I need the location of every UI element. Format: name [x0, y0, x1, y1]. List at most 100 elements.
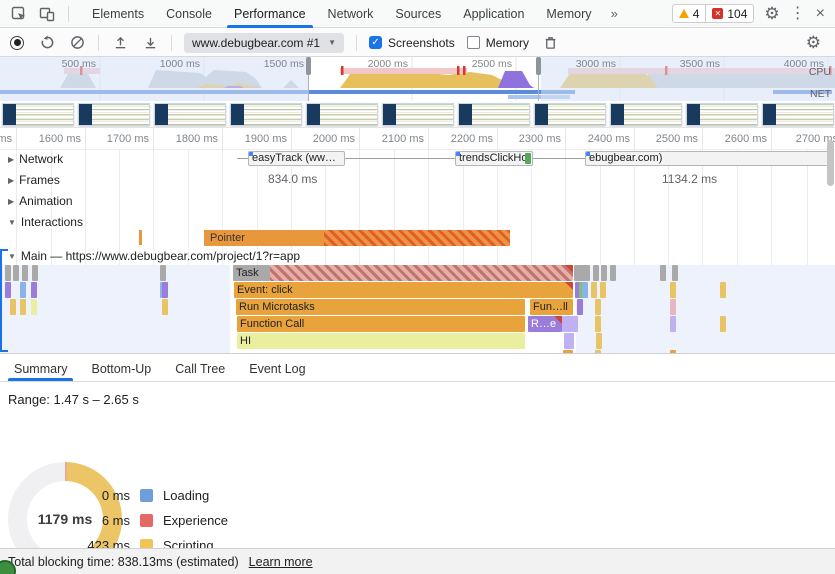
panel-tab[interactable]: Network [317, 0, 385, 28]
flame-bar[interactable] [600, 282, 606, 298]
disclosure-triangle-icon[interactable]: ▶ [8, 197, 14, 206]
details-tab[interactable]: Bottom-Up [79, 356, 163, 381]
filmstrip-thumbnail[interactable] [230, 103, 302, 126]
flame-bar[interactable] [660, 265, 666, 281]
timeline-overview[interactable]: 500 ms1000 ms1500 ms2000 ms2500 ms3000 m… [0, 57, 835, 101]
flame-bar[interactable] [670, 316, 676, 332]
profile-select[interactable]: www.debugbear.com #1 ▼ [184, 33, 344, 53]
clear-icon[interactable] [68, 34, 86, 52]
panel-tab[interactable]: Elements [81, 0, 155, 28]
flame-bar[interactable] [162, 299, 168, 315]
details-tab[interactable]: Event Log [237, 356, 317, 381]
record-button[interactable] [8, 34, 26, 52]
track-group-header[interactable]: ▶ Frames [8, 173, 60, 187]
disclosure-triangle-icon[interactable]: ▼ [8, 252, 16, 261]
trash-icon[interactable] [541, 34, 559, 52]
flame-bar[interactable] [720, 282, 726, 298]
flame-bar[interactable] [160, 265, 166, 281]
flame-bar[interactable] [574, 265, 590, 281]
panel-tab[interactable]: Sources [384, 0, 452, 28]
network-request[interactable]: ebugbear.com) [585, 151, 830, 166]
flame-bar[interactable] [670, 350, 676, 353]
details-tab[interactable]: Call Tree [163, 356, 237, 381]
flame-bar[interactable] [20, 299, 26, 315]
flame-bar[interactable] [20, 282, 26, 298]
filmstrip-thumbnail[interactable] [686, 103, 758, 126]
flame-bar[interactable] [595, 316, 601, 332]
flame-bar[interactable] [32, 265, 38, 281]
flame-bar[interactable] [563, 350, 573, 353]
track-group-header[interactable]: ▶ Animation [8, 194, 73, 208]
inspect-element-icon[interactable] [10, 5, 28, 23]
load-profile-icon[interactable] [111, 34, 129, 52]
filmstrip-thumbnail[interactable] [762, 103, 834, 126]
disclosure-triangle-icon[interactable]: ▼ [8, 218, 16, 227]
vertical-scrollbar-thumb[interactable] [827, 140, 834, 186]
overview-right-handle[interactable] [536, 57, 541, 75]
details-tab[interactable]: Summary [2, 356, 79, 381]
main-track-header[interactable]: ▼ Main — https://www.debugbear.com/proje… [8, 249, 300, 263]
flame-bar[interactable] [564, 333, 574, 349]
flame-bar[interactable] [13, 265, 19, 281]
main-flame-chart[interactable]: TaskEvent: clickRun Microtasks Fun…ll Func… [0, 265, 835, 353]
flame-bar[interactable] [10, 299, 16, 315]
flame-bar[interactable] [670, 282, 676, 298]
flame-bar[interactable]: Task [233, 265, 270, 281]
flame-bar[interactable] [562, 316, 578, 332]
disclosure-triangle-icon[interactable]: ▶ [8, 176, 14, 185]
overview-left-handle[interactable] [306, 57, 311, 75]
panel-tab[interactable]: Memory [535, 0, 602, 28]
filmstrip-thumbnail[interactable] [154, 103, 226, 126]
flame-bar[interactable] [31, 299, 37, 315]
panel-tab[interactable]: Console [155, 0, 223, 28]
flame-bar[interactable] [610, 265, 616, 281]
error-badge[interactable]: ✕ 104 [705, 5, 753, 22]
settings-gear-icon[interactable]: ⚙ [764, 6, 779, 22]
filmstrip-thumbnail[interactable] [534, 103, 606, 126]
close-icon[interactable]: × [816, 6, 825, 22]
interaction-tick[interactable] [139, 230, 142, 245]
flame-bar[interactable]: HI [237, 333, 525, 349]
flame-bar[interactable] [596, 333, 602, 349]
flame-bar[interactable] [591, 282, 597, 298]
capture-settings-gear-icon[interactable]: ⚙ [806, 33, 821, 52]
screenshots-checkbox[interactable]: ✓ [369, 36, 382, 49]
flame-bar[interactable]: Fun…ll [530, 299, 573, 315]
save-profile-icon[interactable] [141, 34, 159, 52]
flame-bar[interactable] [162, 282, 168, 298]
network-request[interactable]: easyTrack (ww… [248, 151, 345, 166]
reload-and-record-icon[interactable] [38, 34, 56, 52]
panel-tab[interactable]: Application [452, 0, 535, 28]
flame-bar[interactable] [672, 265, 678, 281]
flame-bar[interactable]: Function Call [237, 316, 525, 332]
flame-bar[interactable] [577, 299, 583, 315]
flame-bar[interactable] [601, 265, 607, 281]
filmstrip-thumbnail[interactable] [610, 103, 682, 126]
issue-badges[interactable]: 4 ✕ 104 [672, 4, 755, 23]
track-group-header[interactable]: ▶ Network [8, 152, 63, 166]
flame-bar[interactable]: Run Microtasks [236, 299, 525, 315]
disclosure-triangle-icon[interactable]: ▶ [8, 155, 14, 164]
warning-badge[interactable]: 4 [673, 5, 706, 22]
flame-bar[interactable] [582, 282, 588, 298]
flame-bar[interactable]: Event: click [234, 282, 573, 298]
kebab-menu-icon[interactable]: ⋮ [790, 6, 806, 22]
interaction-pointer-bar[interactable]: Pointer [204, 230, 510, 246]
track-group-header[interactable]: ▼ Interactions [8, 215, 83, 229]
memory-checkbox[interactable] [467, 36, 480, 49]
more-tabs-icon[interactable]: » [603, 6, 624, 21]
screenshots-toggle[interactable]: ✓ Screenshots [369, 36, 455, 50]
flame-bar[interactable] [593, 265, 599, 281]
flame-bar[interactable] [31, 282, 37, 298]
panel-tab[interactable]: Performance [223, 0, 317, 28]
filmstrip-thumbnail[interactable] [458, 103, 530, 126]
flame-bar[interactable] [595, 350, 601, 353]
device-toolbar-icon[interactable] [38, 5, 56, 23]
filmstrip-thumbnail[interactable] [382, 103, 454, 126]
flame-bar[interactable] [595, 299, 601, 315]
flame-bar[interactable] [670, 299, 676, 315]
flame-bar[interactable] [270, 265, 573, 281]
filmstrip-thumbnail[interactable] [306, 103, 378, 126]
filmstrip-thumbnail[interactable] [2, 103, 74, 126]
learn-more-link[interactable]: Learn more [249, 555, 313, 569]
